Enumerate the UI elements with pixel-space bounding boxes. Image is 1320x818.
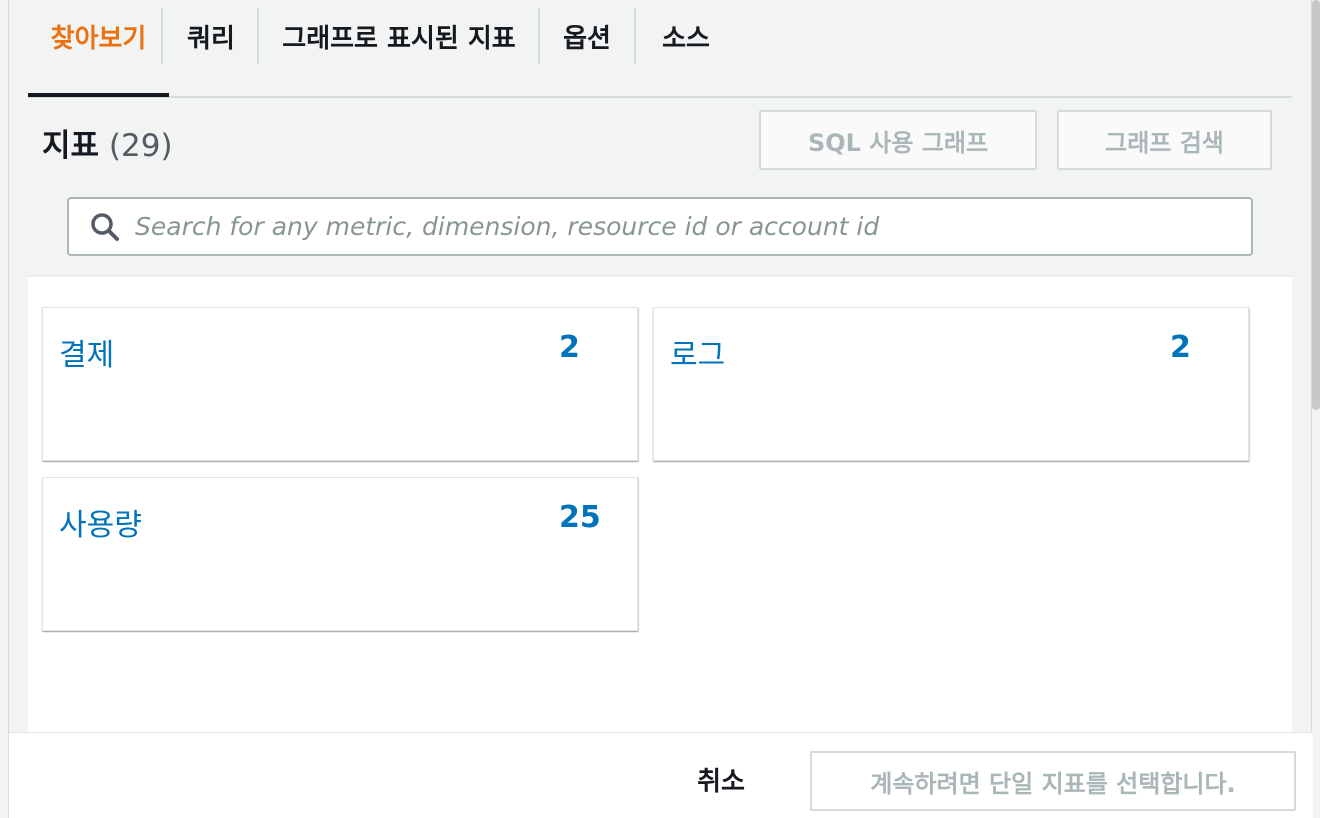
modal-footer: 취소 계속하려면 단일 지표를 선택합니다. (9, 732, 1313, 818)
namespace-count: 25 (559, 500, 601, 535)
tab-bar: 찾아보기 쿼리 그래프로 표시된 지표 옵션 소스 (28, 0, 1292, 98)
namespace-label[interactable]: 로그 (670, 330, 725, 374)
tab-options[interactable]: 옵션 (540, 0, 634, 96)
namespace-card-logs[interactable]: 로그 2 (653, 307, 1249, 461)
tab-graphed-metrics[interactable]: 그래프로 표시된 지표 (259, 0, 539, 96)
cancel-button[interactable]: 취소 (681, 761, 761, 798)
metrics-title: 지표 (42, 128, 100, 164)
graph-search-button[interactable]: 그래프 검색 (1057, 110, 1272, 170)
page-title: 지표 (29) (42, 120, 173, 165)
graph-with-sql-button[interactable]: SQL 사용 그래프 (759, 110, 1037, 170)
namespace-count: 2 (1170, 330, 1191, 365)
tab-query[interactable]: 쿼리 (163, 0, 259, 96)
tab-browse[interactable]: 찾아보기 (28, 0, 169, 97)
search-input[interactable] (135, 201, 1235, 252)
namespace-label[interactable]: 결제 (59, 330, 114, 374)
namespace-card-usage[interactable]: 사용량 25 (42, 477, 638, 631)
metrics-count: (29) (108, 128, 173, 164)
metric-search[interactable] (67, 197, 1253, 256)
scrollbar[interactable] (1312, 0, 1320, 410)
namespace-count: 2 (559, 330, 580, 365)
metrics-header: 지표 (29) SQL 사용 그래프 그래프 검색 (28, 98, 1292, 276)
namespace-label[interactable]: 사용량 (59, 500, 142, 544)
namespace-list: 결제 2 로그 2 사용량 25 (28, 277, 1292, 732)
tab-source[interactable]: 소스 (636, 0, 736, 96)
namespace-card-billing[interactable]: 결제 2 (42, 307, 638, 461)
metrics-panel: 찾아보기 쿼리 그래프로 표시된 지표 옵션 소스 지표 (29) SQL 사용… (8, 0, 1313, 818)
continue-button[interactable]: 계속하려면 단일 지표를 선택합니다. (810, 751, 1296, 811)
search-icon (91, 212, 119, 241)
